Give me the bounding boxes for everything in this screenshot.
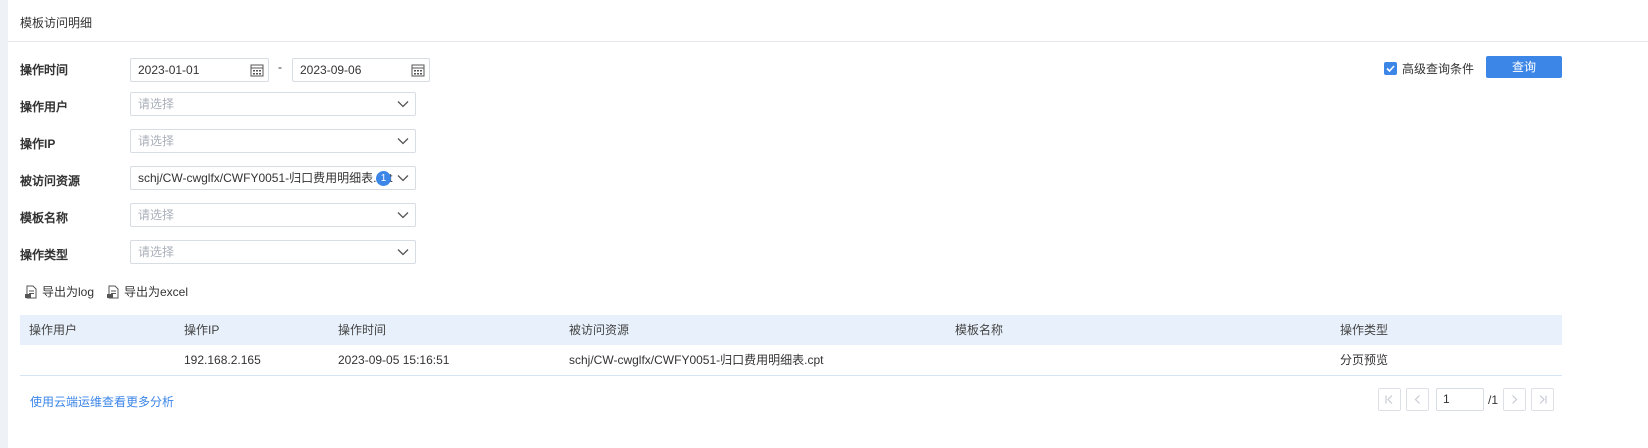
last-page-icon [1539,395,1547,404]
resource-value: schj/CW-cwglfx/CWFY0051-归口费用明细表.cpt [138,171,393,185]
col-op-user[interactable]: 操作用户 [29,315,77,345]
advanced-query-toggle[interactable]: 高级查询条件 [1384,60,1474,77]
page-total: /1 [1488,393,1499,407]
export-excel-label: 导出为excel [124,285,189,299]
advanced-label: 高级查询条件 [1402,62,1475,76]
first-page-button[interactable] [1378,388,1401,411]
export-log-button[interactable]: 导出为log [24,283,94,300]
advanced-checkbox[interactable] [1384,62,1397,75]
cell-op-ip: 192.168.2.165 [184,353,261,367]
divider [8,41,1648,42]
access-detail-panel: 模板访问明细 操作时间 2023-01-01 - 2023-09-06 高级查询… [8,0,1648,448]
resource-select[interactable]: schj/CW-cwglfx/CWFY0051-归口费用明细表.cpt 1 [130,166,416,190]
start-date-value: 2023-01-01 [138,63,200,77]
page-number-input[interactable]: 1 [1436,388,1484,411]
chevron-left-icon [1414,395,1420,404]
last-page-button[interactable] [1531,388,1554,411]
cell-op-time: 2023-09-05 15:16:51 [338,353,450,367]
col-op-time[interactable]: 操作时间 [338,315,386,345]
chevron-down-icon [397,101,409,108]
end-date-input[interactable]: 2023-09-06 [292,58,430,82]
selected-count-badge: 1 [376,171,391,186]
date-separator: - [278,60,282,74]
panel-title: 模板访问明细 [20,16,93,30]
calendar-icon[interactable] [411,63,425,77]
next-page-button[interactable] [1503,388,1526,411]
prev-page-button[interactable] [1406,388,1429,411]
op-time-label: 操作时间 [20,63,69,77]
cell-op-type: 分页预览 [1340,353,1389,367]
chevron-down-icon [397,175,409,182]
end-date-value: 2023-09-06 [300,63,362,77]
op-type-select[interactable]: 请选择 [130,240,416,264]
start-date-input[interactable]: 2023-01-01 [130,58,269,82]
table-header: 操作用户 操作IP 操作时间 被访问资源 模板名称 操作类型 [20,315,1562,345]
template-name-label: 模板名称 [20,211,69,225]
col-template-name[interactable]: 模板名称 [955,315,1003,345]
op-ip-select[interactable]: 请选择 [130,129,416,153]
op-user-select[interactable]: 请选择 [130,92,416,116]
calendar-icon[interactable] [250,63,264,77]
access-table: 操作用户 操作IP 操作时间 被访问资源 模板名称 操作类型 192.168.2… [20,315,1562,376]
chevron-down-icon [397,212,409,219]
chevron-down-icon [397,138,409,145]
export-file-icon [25,285,37,298]
op-ip-label: 操作IP [20,137,56,151]
op-ip-placeholder: 请选择 [138,134,175,148]
chevron-right-icon [1512,395,1518,404]
first-page-icon [1385,395,1393,404]
resource-label: 被访问资源 [20,174,81,188]
op-type-placeholder: 请选择 [138,245,175,259]
chevron-down-icon [397,249,409,256]
table-row[interactable]: 192.168.2.165 2023-09-05 15:16:51 schj/C… [20,345,1562,376]
col-op-ip[interactable]: 操作IP [184,315,219,345]
export-excel-button[interactable]: 导出为excel [106,283,188,300]
op-type-label: 操作类型 [20,248,69,262]
cell-resource: schj/CW-cwglfx/CWFY0051-归口费用明细表.cpt [569,353,824,367]
col-resource[interactable]: 被访问资源 [569,315,629,345]
query-button[interactable]: 查询 [1486,56,1562,78]
check-icon [1386,65,1395,73]
template-name-select[interactable]: 请选择 [130,203,416,227]
cloud-analysis-link[interactable]: 使用云端运维查看更多分析 [30,393,174,410]
op-user-placeholder: 请选择 [138,97,175,111]
col-op-type[interactable]: 操作类型 [1340,315,1388,345]
op-user-label: 操作用户 [20,100,69,114]
template-name-placeholder: 请选择 [138,208,175,222]
export-log-label: 导出为log [42,285,95,299]
export-file-icon [107,285,119,298]
